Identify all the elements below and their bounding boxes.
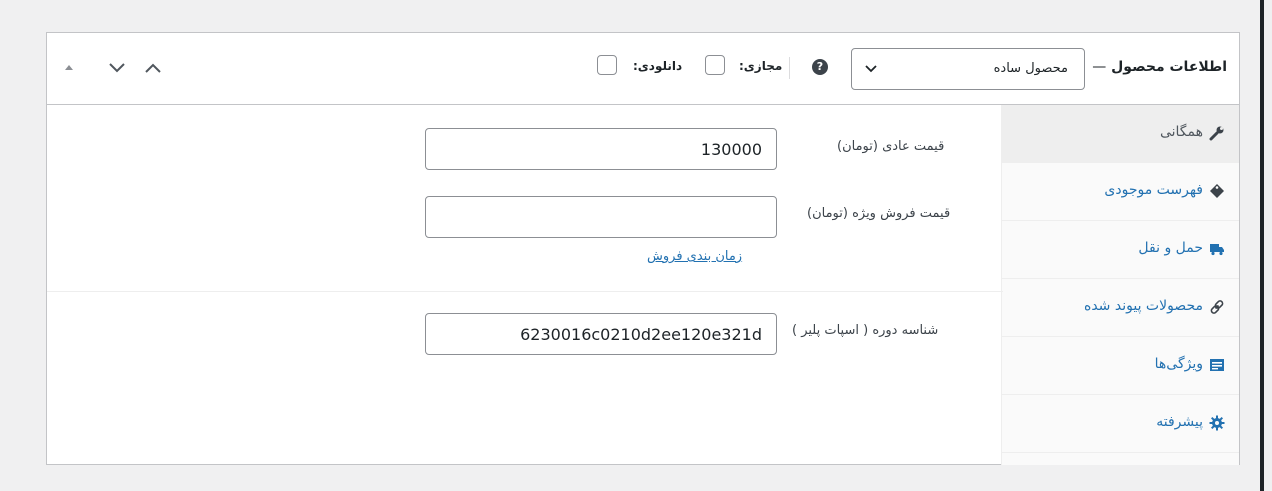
- tab-inventory[interactable]: فهرست موجودی: [1002, 163, 1239, 221]
- tab-inventory-label: فهرست موجودی: [1104, 182, 1203, 198]
- link-icon: [1210, 300, 1224, 314]
- tag-icon: [1210, 184, 1224, 198]
- downloadable-label: دانلودی:: [633, 59, 683, 73]
- move-up-small-icon[interactable]: [63, 61, 75, 73]
- tab-attributes[interactable]: ویژگی‌ها: [1002, 337, 1239, 395]
- wrench-icon: [1209, 126, 1224, 141]
- tab-linked-products-label: محصولات پیوند شده: [1084, 298, 1203, 314]
- sale-price-label: قیمت فروش ویژه (تومان): [807, 206, 951, 221]
- tab-attributes-label: ویژگی‌ها: [1154, 356, 1203, 372]
- product-type-value: محصول ساده: [993, 61, 1068, 76]
- tab-advanced-label: پیشرفته: [1156, 414, 1203, 430]
- header-separator: [789, 57, 790, 79]
- course-id-input[interactable]: [425, 313, 777, 355]
- panel-title-text: اطلاعات محصول: [1111, 59, 1227, 75]
- product-data-tabs: همگانی فهرست موجودی حمل و نقل محصولات پی…: [1001, 105, 1239, 465]
- panel-title: اطلاعات محصول —: [1092, 59, 1227, 75]
- title-dash: —: [1092, 59, 1107, 75]
- tab-linked-products[interactable]: محصولات پیوند شده: [1002, 279, 1239, 337]
- product-data-panel: اطلاعات محصول — محصول ساده ? مجازی: دانل…: [46, 32, 1240, 465]
- sale-price-input[interactable]: [425, 196, 777, 238]
- tab-advanced[interactable]: پیشرفته: [1002, 395, 1239, 453]
- chevron-down-icon: [865, 65, 877, 73]
- panel-header: اطلاعات محصول — محصول ساده ? مجازی: دانل…: [47, 33, 1239, 105]
- tab-general-label: همگانی: [1159, 124, 1203, 140]
- product-type-select[interactable]: محصول ساده: [851, 48, 1085, 90]
- course-id-label: شناسه دوره ( اسپات پلیر ): [792, 323, 939, 338]
- tab-general[interactable]: همگانی: [1002, 105, 1239, 163]
- screen-edge: [1260, 0, 1264, 491]
- field-divider: [47, 291, 1003, 292]
- help-icon[interactable]: ?: [812, 59, 828, 75]
- gear-icon: [1209, 415, 1225, 431]
- regular-price-input[interactable]: [425, 128, 777, 170]
- tab-shipping[interactable]: حمل و نقل: [1002, 221, 1239, 279]
- truck-icon: [1210, 244, 1224, 256]
- regular-price-label: قیمت عادی (تومان): [837, 139, 945, 154]
- schedule-sale-link[interactable]: زمان بندی فروش: [647, 249, 742, 264]
- downloadable-checkbox[interactable]: [597, 55, 617, 75]
- virtual-label: مجازی:: [739, 59, 783, 73]
- list-icon: [1210, 359, 1224, 371]
- virtual-checkbox[interactable]: [705, 55, 725, 75]
- move-down-icon[interactable]: [107, 59, 127, 77]
- tab-shipping-label: حمل و نقل: [1138, 240, 1203, 256]
- collapse-toggle-icon[interactable]: [143, 59, 163, 77]
